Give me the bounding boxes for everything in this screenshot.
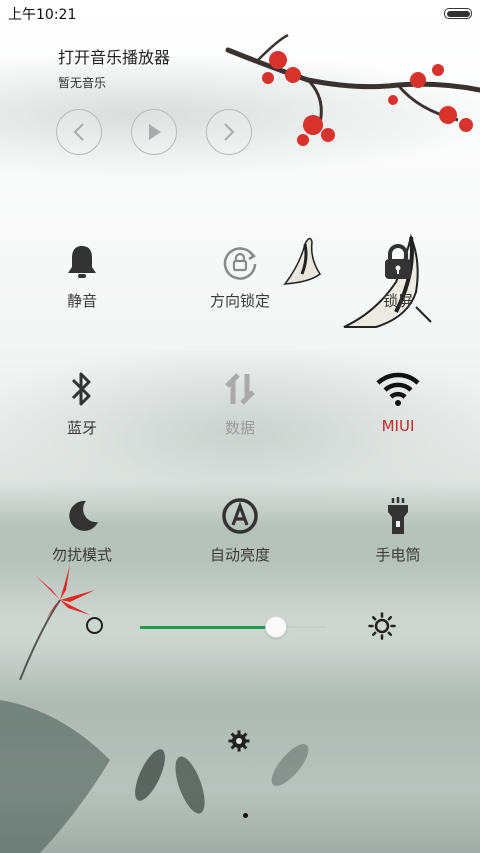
mobile-data-icon: [225, 373, 255, 405]
next-track-button[interactable]: [206, 109, 252, 155]
lock-icon: [385, 244, 411, 279]
toggle-auto-brightness[interactable]: 自动亮度: [180, 494, 300, 565]
sun-icon: [368, 612, 396, 640]
toggle-mobile-data[interactable]: 数据: [180, 367, 300, 438]
auto-brightness-icon: [222, 498, 258, 534]
toggle-wifi-label: MIUI: [381, 417, 415, 435]
chevron-left-icon: [73, 123, 84, 141]
toggle-rotation-lock[interactable]: 方向锁定: [180, 240, 300, 311]
bell-icon: [68, 246, 96, 278]
play-icon: [149, 124, 161, 140]
battery-icon: [444, 8, 472, 19]
wifi-icon: [376, 372, 420, 406]
toggle-flashlight[interactable]: 手电筒: [338, 494, 458, 565]
page-indicator-dot: [243, 813, 248, 818]
music-subtitle: 暂无音乐: [58, 76, 107, 90]
toggle-lock-screen-label: 锁屏: [382, 292, 413, 310]
toggle-wifi[interactable]: MIUI: [338, 367, 458, 435]
toggle-flashlight-label: 手电筒: [375, 546, 421, 564]
plum-blossom-branch-decoration: [225, 33, 480, 146]
toggle-bluetooth[interactable]: 蓝牙: [22, 367, 142, 438]
rotation-lock-icon: [223, 247, 257, 280]
chevron-right-icon: [224, 123, 235, 141]
music-widget[interactable]: 打开音乐播放器 暂无音乐: [58, 44, 170, 91]
brightness-control: [0, 606, 480, 646]
play-button[interactable]: [131, 109, 177, 155]
toggle-auto-brightness-label: 自动亮度: [209, 546, 270, 564]
settings-gear-icon[interactable]: [228, 730, 250, 752]
koi-fish-decoration: [135, 744, 309, 814]
moon-icon: [69, 500, 98, 531]
toggle-do-not-disturb[interactable]: 勿扰模式: [22, 494, 142, 565]
brightness-slider-thumb[interactable]: [265, 616, 287, 638]
brightness-slider-fill: [140, 625, 276, 629]
status-bar: 上午10:21: [0, 0, 480, 26]
toggle-bluetooth-label: 蓝牙: [66, 419, 97, 437]
bluetooth-icon: [71, 372, 91, 406]
flashlight-icon: [388, 497, 408, 534]
toggle-do-not-disturb-label: 勿扰模式: [51, 546, 112, 564]
toggle-silent-label: 静音: [66, 292, 97, 310]
music-controls: [56, 109, 256, 157]
toggle-rotation-lock-label: 方向锁定: [209, 292, 270, 310]
status-time: 上午10:21: [8, 7, 77, 23]
brightness-low-icon: [86, 617, 103, 634]
lotus-leaf-decoration: [0, 700, 110, 853]
music-title[interactable]: 打开音乐播放器: [58, 44, 170, 68]
previous-track-button[interactable]: [56, 109, 102, 155]
toggle-lock-screen[interactable]: 锁屏: [338, 240, 458, 311]
toggle-mobile-data-label: 数据: [224, 419, 255, 437]
brightness-slider[interactable]: [140, 616, 326, 638]
toggle-silent[interactable]: 静音: [22, 240, 142, 311]
